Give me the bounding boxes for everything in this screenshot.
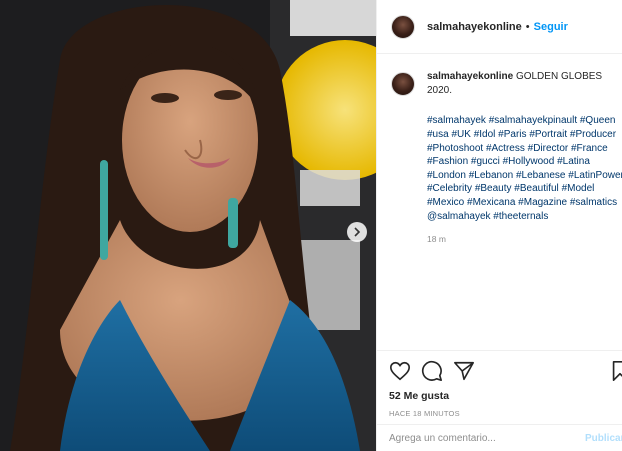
publish-button[interactable]: Publicar <box>585 433 622 444</box>
bookmark-icon[interactable] <box>609 360 622 382</box>
hashtag-link[interactable]: #theeternals <box>493 211 548 222</box>
hashtag-link[interactable]: #salmatics <box>570 197 617 208</box>
hashtag-link[interactable]: @salmahayek <box>427 211 491 222</box>
caption-age: 18 m <box>427 234 446 245</box>
hashtag-link[interactable]: #usa <box>427 129 449 140</box>
post-sidebar: salmahayekonline • Seguir salmahayekonli… <box>376 0 622 451</box>
hashtag-link[interactable]: #Hollywood <box>503 156 555 167</box>
post-header: salmahayekonline • Seguir <box>377 0 622 54</box>
comment-input[interactable] <box>389 432 579 444</box>
avatar[interactable] <box>391 14 415 39</box>
caption: salmahayekonline GOLDEN GLOBES 2020. #sa… <box>391 70 622 247</box>
hashtag-link[interactable]: #Actress <box>486 143 525 154</box>
hashtag-link[interactable]: #Fashion <box>427 156 468 167</box>
chevron-right-icon <box>354 227 361 237</box>
comment-box: Publicar <box>377 424 622 451</box>
comment-icon[interactable] <box>421 360 443 382</box>
hashtag-link[interactable]: #Producer <box>570 129 616 140</box>
hashtag-link[interactable]: #Beauty <box>475 183 512 194</box>
hashtag-link[interactable]: #Celebrity <box>427 183 472 194</box>
paper-plane-icon[interactable] <box>453 360 475 382</box>
post-actions: 52 Me gusta HACE 18 MINUTOS <box>377 350 622 424</box>
hashtag-link[interactable]: #Mexicana <box>467 197 515 208</box>
hashtag-link[interactable]: #Idol <box>474 129 496 140</box>
hashtag-link[interactable]: #Queen <box>580 115 616 126</box>
hashtag-link[interactable]: #Beautiful <box>514 183 558 194</box>
caption-username[interactable]: salmahayekonline <box>427 71 513 82</box>
separator-dot: • <box>525 20 530 33</box>
like-count[interactable]: 52 Me gusta <box>389 390 622 402</box>
hashtag-link[interactable]: #LatinPower <box>568 170 622 181</box>
hashtag-link[interactable]: #Model <box>562 183 595 194</box>
follow-button[interactable]: Seguir <box>534 21 568 33</box>
hashtag-link[interactable]: #UK <box>451 129 470 140</box>
username-link[interactable]: salmahayekonline <box>427 21 522 33</box>
hashtag-link[interactable]: #Magazine <box>518 197 567 208</box>
post-photo[interactable] <box>0 0 376 451</box>
next-photo-button[interactable] <box>347 222 367 242</box>
hashtag-link[interactable]: #gucci <box>471 156 500 167</box>
hashtag-link[interactable]: #Photoshoot <box>427 143 483 154</box>
hashtag-link[interactable]: #Lebanese <box>516 170 566 181</box>
hashtag-link[interactable]: #Portrait <box>529 129 567 140</box>
hashtag-link[interactable]: #Director <box>528 143 569 154</box>
hashtag-link[interactable]: #salmahayek <box>427 115 486 126</box>
hashtag-link[interactable]: #Latina <box>557 156 590 167</box>
hashtag-link[interactable]: #London <box>427 170 466 181</box>
post-image <box>0 0 376 451</box>
caption-body: salmahayekonline GOLDEN GLOBES 2020. #sa… <box>427 70 622 247</box>
hashtag-link[interactable]: #France <box>571 143 608 154</box>
hashtag-link[interactable]: #Paris <box>498 129 526 140</box>
hashtag-link[interactable]: #Lebanon <box>469 170 514 181</box>
post-timestamp: HACE 18 MINUTOS <box>389 409 460 418</box>
hashtag-link[interactable]: #Mexico <box>427 197 464 208</box>
heart-icon[interactable] <box>389 360 411 382</box>
hashtag-link[interactable]: #salmahayekpinault <box>489 115 577 126</box>
caption-avatar[interactable] <box>391 72 415 96</box>
hashtag-list: #salmahayek #salmahayekpinault #Queen #u… <box>427 114 622 223</box>
